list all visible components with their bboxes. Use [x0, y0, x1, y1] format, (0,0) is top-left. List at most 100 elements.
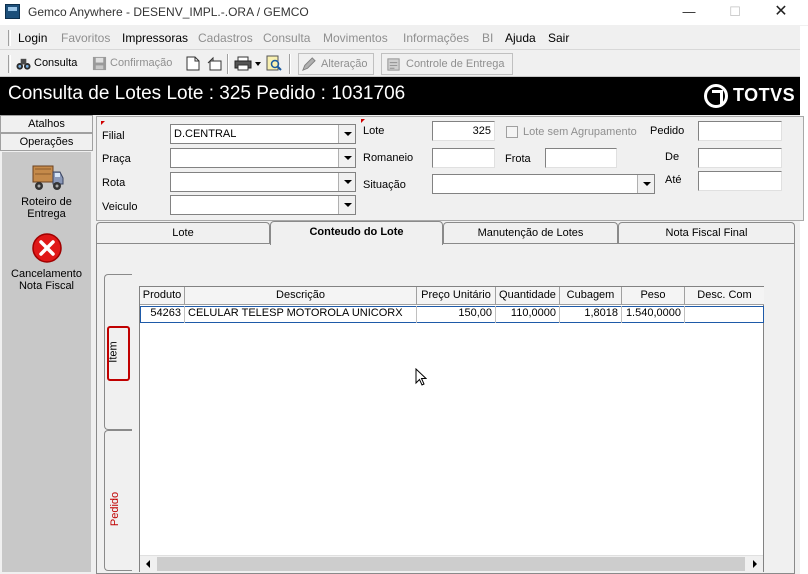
- menu-informacoes[interactable]: Informações: [403, 31, 469, 45]
- menu-movimentos[interactable]: Movimentos: [323, 31, 388, 45]
- roteiro-entrega-label: Roteiro de Entrega: [21, 196, 72, 220]
- romaneio-input[interactable]: [432, 148, 495, 168]
- cell-peso[interactable]: 1.540,0000: [622, 306, 685, 323]
- window-title: Gemco Anywhere - DESENV_IMPL.-.ORA / GEM…: [28, 5, 309, 19]
- lote-label: Lote: [363, 125, 385, 137]
- mouse-cursor-icon: [415, 368, 427, 386]
- cell-descricao[interactable]: CELULAR TELESP MOTOROLA UNICORX: [185, 306, 417, 323]
- alteracao-label: Alteração: [321, 58, 368, 70]
- cancelamento-label: Cancelamento Nota Fiscal: [11, 268, 82, 292]
- rota-select[interactable]: [170, 172, 356, 192]
- lote-sem-agrupamento-checkbox[interactable]: [506, 126, 518, 138]
- filter-panel: Filial D.CENTRAL Praça Rota Veiculo Lote…: [96, 116, 804, 221]
- required-marker: [361, 119, 365, 123]
- title-bar: Gemco Anywhere - DESENV_IMPL.-.ORA / GEM…: [0, 0, 808, 25]
- pedido-input[interactable]: [698, 121, 782, 141]
- menu-grip: [8, 30, 11, 46]
- chevron-down-icon[interactable]: [637, 175, 654, 193]
- save-icon: [92, 56, 107, 71]
- search-document-icon[interactable]: [265, 55, 282, 72]
- col-produto[interactable]: Produto: [140, 287, 185, 305]
- de-date-input[interactable]: [698, 148, 782, 168]
- dropdown-arrow-icon[interactable]: [255, 62, 261, 66]
- praca-select[interactable]: [170, 148, 356, 168]
- totvs-logo-text: TOTVS: [733, 85, 796, 105]
- veiculo-select[interactable]: [170, 195, 356, 215]
- binoculars-icon: [16, 58, 31, 70]
- menu-impressoras[interactable]: Impressoras: [122, 31, 188, 45]
- cell-produto[interactable]: 54263: [140, 306, 185, 323]
- frota-input[interactable]: [545, 148, 617, 168]
- menu-sair[interactable]: Sair: [548, 31, 569, 45]
- lote-input[interactable]: 325: [432, 121, 495, 141]
- scroll-right-icon[interactable]: [746, 556, 763, 573]
- col-desc-com[interactable]: Desc. Com: [685, 287, 764, 305]
- filial-value: D.CENTRAL: [174, 128, 237, 140]
- minimize-button[interactable]: —: [666, 0, 712, 25]
- side-actions: Roteiro de Entrega Cancelamento Nota Fis…: [2, 152, 91, 572]
- toolbar: Consulta Confirmação Alteração Controle …: [0, 51, 808, 77]
- close-button[interactable]: ✕: [758, 0, 804, 25]
- window-right-edge: [800, 26, 808, 574]
- tab-conteudo-do-lote[interactable]: Conteudo do Lote: [270, 221, 443, 245]
- page-header: Consulta de Lotes Lote : 325 Pedido : 10…: [0, 77, 800, 115]
- cancel-icon: [31, 233, 62, 263]
- alteracao-button[interactable]: Alteração: [298, 53, 374, 75]
- cancelamento-nota-fiscal-action[interactable]: Cancelamento Nota Fiscal: [2, 232, 91, 292]
- menu-bar: Login Favoritos Impressoras Cadastros Co…: [0, 26, 808, 50]
- confirmacao-label: Confirmação: [110, 57, 173, 69]
- toolbar-separator: [289, 54, 291, 74]
- totvs-logo: TOTVS: [704, 83, 796, 109]
- pedido-label: Pedido: [650, 125, 685, 137]
- cell-desc-com[interactable]: [685, 306, 763, 323]
- side-tab-pedido[interactable]: Pedido: [104, 430, 132, 571]
- menu-cadastros[interactable]: Cadastros: [198, 31, 253, 45]
- printer-icon[interactable]: [234, 56, 252, 71]
- col-descricao[interactable]: Descrição: [185, 287, 417, 305]
- menu-favoritos[interactable]: Favoritos: [61, 31, 110, 45]
- confirmacao-button[interactable]: Confirmação: [90, 53, 176, 75]
- frota-label: Frota: [505, 153, 531, 165]
- col-quantidade[interactable]: Quantidade: [496, 287, 560, 305]
- scroll-left-icon[interactable]: [140, 556, 157, 573]
- tab-nota-fiscal-final[interactable]: Nota Fiscal Final: [618, 222, 795, 244]
- menu-ajuda[interactable]: Ajuda: [505, 31, 536, 45]
- items-grid: Produto Descrição Preço Unitário Quantid…: [139, 286, 764, 572]
- filial-label: Filial: [102, 130, 125, 142]
- side-tab-atalhos[interactable]: Atalhos: [0, 115, 93, 133]
- side-tab-operacoes[interactable]: Operações: [0, 133, 93, 151]
- menu-bi[interactable]: BI: [482, 31, 493, 45]
- chevron-down-icon[interactable]: [338, 196, 355, 214]
- filial-select[interactable]: D.CENTRAL: [170, 124, 356, 144]
- consulta-button[interactable]: Consulta: [14, 53, 80, 75]
- truck-icon: [32, 165, 63, 190]
- de-label: De: [665, 151, 680, 163]
- menu-login[interactable]: Login: [18, 31, 47, 45]
- veiculo-label: Veiculo: [102, 201, 138, 213]
- tab-container: Lote Conteudo do Lote Manutenção de Lote…: [96, 221, 796, 574]
- roteiro-entrega-action[interactable]: Roteiro de Entrega: [2, 160, 91, 220]
- col-cubagem[interactable]: Cubagem: [560, 287, 622, 305]
- horizontal-scrollbar[interactable]: [140, 555, 763, 572]
- tab-manutencao-de-lotes[interactable]: Manutenção de Lotes: [443, 222, 618, 244]
- cell-cubagem[interactable]: 1,8018: [560, 306, 622, 323]
- chevron-down-icon[interactable]: [338, 173, 355, 191]
- side-tab-item[interactable]: Item: [104, 274, 132, 430]
- col-preco-unitario[interactable]: Preço Unitário: [417, 287, 496, 305]
- delivery-control-icon: [387, 58, 400, 71]
- chevron-down-icon[interactable]: [338, 125, 355, 143]
- cell-quantidade[interactable]: 110,0000: [496, 306, 560, 323]
- col-peso[interactable]: Peso: [622, 287, 685, 305]
- new-document-icon[interactable]: [186, 56, 200, 71]
- situacao-select[interactable]: [432, 174, 655, 194]
- situacao-label: Situação: [363, 179, 406, 191]
- scrollbar-thumb[interactable]: [157, 557, 745, 571]
- controle-entrega-button[interactable]: Controle de Entrega: [381, 53, 513, 75]
- chevron-down-icon[interactable]: [338, 149, 355, 167]
- ate-date-input[interactable]: [698, 171, 782, 191]
- cell-preco-unitario[interactable]: 150,00: [417, 306, 496, 323]
- tab-lote[interactable]: Lote: [96, 222, 270, 244]
- maximize-button[interactable]: ☐: [712, 0, 758, 25]
- export-icon[interactable]: [207, 56, 223, 71]
- menu-consulta[interactable]: Consulta: [263, 31, 310, 45]
